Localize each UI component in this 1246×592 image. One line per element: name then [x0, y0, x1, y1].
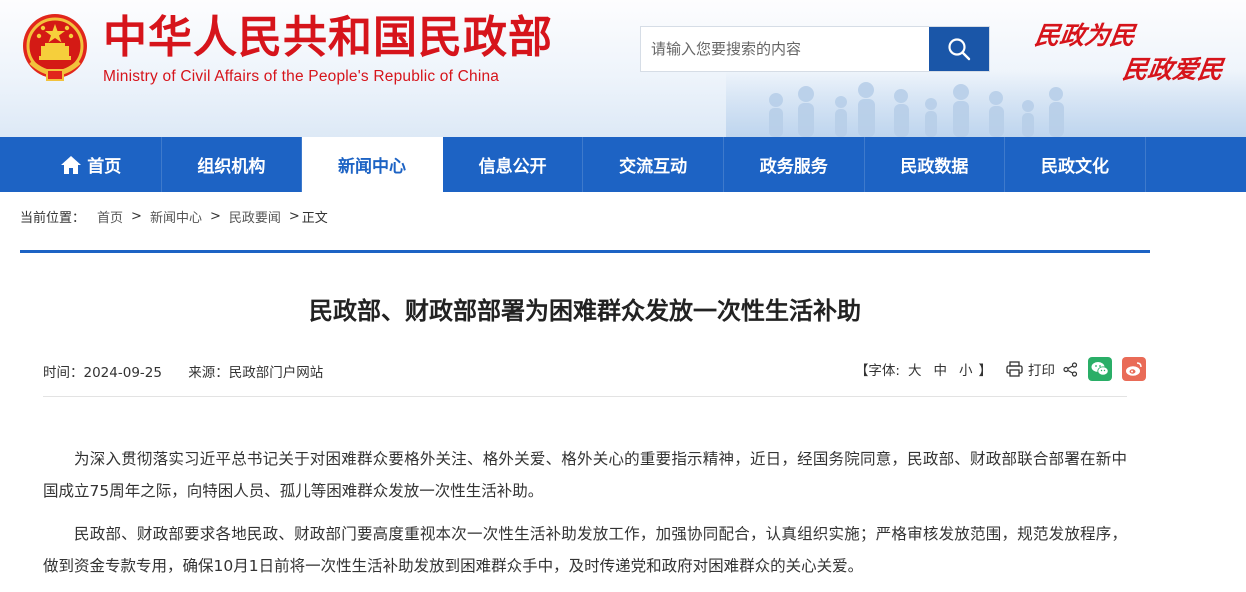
article-divider: [43, 396, 1127, 397]
nav-item-label: 交流互动: [619, 157, 688, 177]
nav-item-organization[interactable]: 组织机构: [162, 137, 303, 192]
breadcrumb-home[interactable]: 首页: [97, 207, 123, 226]
search-icon: [948, 38, 971, 61]
nav-item-label: 组织机构: [197, 157, 266, 177]
breadcrumb-current: 正文: [301, 211, 328, 226]
share-icon[interactable]: [1063, 361, 1078, 377]
slogan-1: 民政为民: [1032, 21, 1137, 50]
article-meta: 时间：2024-09-25 来源：民政部门户网站: [43, 361, 345, 381]
print-button[interactable]: 打印: [1006, 359, 1055, 379]
article-tools: 【字体: 大 中 小 】 打印: [855, 357, 1146, 381]
nav-item-label: 民政数据: [900, 157, 969, 177]
breadcrumb-separator: >: [209, 209, 221, 224]
font-size-large[interactable]: 大: [908, 359, 922, 379]
article-paragraph: 为深入贯彻落实习近平总书记关于对困难群众要格外关注、格外关爱、格外关心的重要指示…: [43, 450, 1127, 500]
nav-item-label: 民政文化: [1040, 157, 1109, 177]
nav-item-label: 新闻中心: [337, 157, 406, 177]
font-size-close: 】: [978, 363, 993, 379]
print-label: 打印: [1028, 363, 1055, 379]
nav-item-data[interactable]: 民政数据: [865, 137, 1006, 192]
nav-item-interaction[interactable]: 交流互动: [583, 137, 724, 192]
article-container: 民政部、财政部部署为困难群众发放一次性生活补助 时间：2024-09-25 来源…: [20, 250, 1150, 592]
nav-item-home[interactable]: 首页: [21, 137, 162, 192]
font-size-small[interactable]: 小: [959, 359, 973, 379]
article-body: 为深入贯彻落实习近平总书记关于对困难群众要格外关注、格外关爱、格外关心的重要指示…: [43, 443, 1127, 592]
font-size-medium[interactable]: 中: [934, 359, 948, 379]
site-title-chinese[interactable]: 中华人民共和国民政部: [103, 12, 553, 64]
nav-item-services[interactable]: 政务服务: [724, 137, 865, 192]
wechat-icon[interactable]: [1088, 357, 1112, 381]
printer-icon: [1006, 361, 1023, 377]
weibo-icon[interactable]: [1122, 357, 1146, 381]
font-size-label: 【字体:: [854, 363, 900, 379]
main-nav: 首页 组织机构 新闻中心 信息公开 交流互动 政务服务 民政数据 民政文化: [0, 137, 1246, 192]
article-title: 民政部、财政部部署为困难群众发放一次性生活补助: [309, 297, 861, 325]
nav-item-label: 政务服务: [759, 157, 828, 177]
national-emblem-icon: [23, 14, 87, 81]
site-header: 中华人民共和国民政部 Ministry of Civil Affairs of …: [0, 0, 1246, 137]
breadcrumb-news-center[interactable]: 新闻中心: [150, 207, 202, 226]
search-input[interactable]: [641, 27, 929, 71]
site-title-english[interactable]: Ministry of Civil Affairs of the People'…: [103, 68, 499, 86]
nav-item-info-disclosure[interactable]: 信息公开: [443, 137, 584, 192]
breadcrumb-separator: >: [288, 209, 300, 224]
breadcrumb-prefix: 当前位置：: [20, 211, 86, 226]
search-button[interactable]: [929, 27, 989, 71]
article-source: 来源：民政部门户网站: [188, 365, 324, 381]
publish-time: 时间：2024-09-25: [43, 365, 162, 381]
article-paragraph: 民政部、财政部要求各地民政、财政部门要高度重视本次一次性生活补助发放工作，加强协…: [43, 525, 1127, 575]
slogan-2: 民政爱民: [1120, 55, 1225, 84]
breadcrumb-ministry-news[interactable]: 民政要闻: [229, 207, 281, 226]
nav-item-label: 信息公开: [478, 157, 547, 177]
breadcrumb: 当前位置： 首页 > 新闻中心 > 民政要闻 > 正文: [20, 207, 328, 226]
search-box: [640, 26, 990, 72]
breadcrumb-separator: >: [131, 209, 142, 224]
people-silhouette-illustration: [769, 82, 1064, 137]
nav-item-culture[interactable]: 民政文化: [1005, 137, 1146, 192]
home-icon: [60, 155, 82, 175]
nav-item-news-center[interactable]: 新闻中心: [302, 137, 443, 192]
nav-item-label: 首页: [87, 157, 122, 177]
